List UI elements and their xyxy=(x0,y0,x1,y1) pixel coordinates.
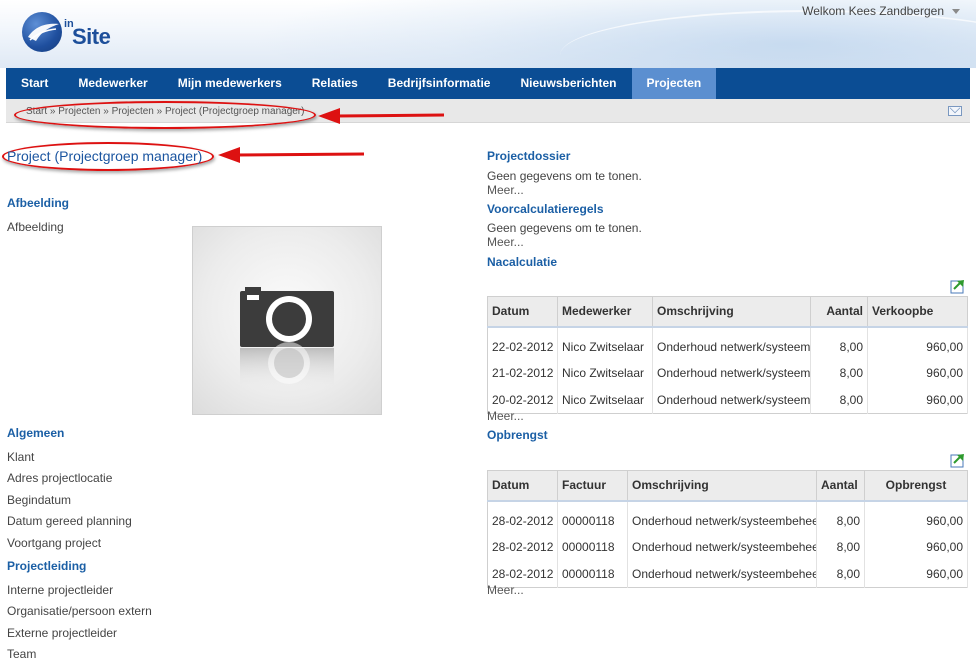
mail-icon[interactable] xyxy=(948,106,962,116)
export-icon[interactable] xyxy=(950,278,966,294)
table-row[interactable]: 28-02-2012 00000118 Onderhoud netwerk/sy… xyxy=(487,533,968,561)
table-row[interactable]: 20-02-2012 Nico Zwitselaar Onderhoud net… xyxy=(487,386,968,414)
column-header-datum[interactable]: Datum xyxy=(487,470,558,502)
cell-omschrijving: Onderhoud netwerk/systeembeheer xyxy=(627,533,817,561)
nav-item-nieuwsberichten[interactable]: Nieuwsberichten xyxy=(505,68,631,99)
user-menu[interactable]: Welkom Kees Zandbergen xyxy=(802,4,960,18)
opbrengst-more-link[interactable]: Meer... xyxy=(487,583,524,597)
cell-verkoopbedrag: 960,00 xyxy=(867,359,968,387)
table-row[interactable]: 21-02-2012 Nico Zwitselaar Onderhoud net… xyxy=(487,359,968,387)
cell-aantal: 8,00 xyxy=(810,326,868,360)
projectdossier-more-link[interactable]: Meer... xyxy=(487,183,524,197)
column-header-aantal[interactable]: Aantal xyxy=(810,296,868,328)
cell-aantal: 8,00 xyxy=(810,386,868,414)
cell-factuur: 00000118 xyxy=(557,500,628,534)
field-label-organisatie-persoon-extern: Organisatie/persoon extern xyxy=(7,604,152,618)
cell-omschrijving: Onderhoud netwerk/systeembeheer xyxy=(627,500,817,534)
annotation-ellipse-breadcrumb xyxy=(14,101,316,129)
cell-factuur: 00000118 xyxy=(557,560,628,588)
cell-aantal: 8,00 xyxy=(816,500,865,534)
field-label-team: Team xyxy=(7,647,37,661)
column-header-factuur[interactable]: Factuur xyxy=(557,470,628,502)
nacalculatie-more-link[interactable]: Meer... xyxy=(487,409,524,423)
cell-datum: 22-02-2012 xyxy=(487,326,558,360)
table-row[interactable]: 28-02-2012 00000118 Onderhoud netwerk/sy… xyxy=(487,500,968,534)
export-icon[interactable] xyxy=(950,452,966,468)
column-header-medewerker[interactable]: Medewerker xyxy=(557,296,653,328)
cell-verkoopbedrag: 960,00 xyxy=(867,326,968,360)
nav-item-medewerker[interactable]: Medewerker xyxy=(63,68,162,99)
section-opbrengst: Opbrengst xyxy=(487,428,548,442)
cell-verkoopbedrag: 960,00 xyxy=(867,386,968,414)
section-projectdossier: Projectdossier xyxy=(487,149,571,163)
logo-text: Site xyxy=(72,24,111,49)
field-label-datum-gereed-planning: Datum gereed planning xyxy=(7,514,132,528)
cell-medewerker: Nico Zwitselaar xyxy=(557,359,653,387)
nav-item-mijn-medewerkers[interactable]: Mijn medewerkers xyxy=(163,68,297,99)
chevron-down-icon[interactable] xyxy=(952,9,960,15)
column-header-omschrijving[interactable]: Omschrijving xyxy=(627,470,817,502)
field-label-interne-projectleider: Interne projectleider xyxy=(7,583,114,597)
cell-opbrengst: 960,00 xyxy=(864,533,968,561)
section-afbeelding: Afbeelding xyxy=(7,196,69,210)
field-label-begindatum: Begindatum xyxy=(7,493,72,507)
field-label-klant: Klant xyxy=(7,450,35,464)
cell-omschrijving: Onderhoud netwerk/systeemb xyxy=(652,359,811,387)
cell-datum: 28-02-2012 xyxy=(487,500,558,534)
nav-item-relaties[interactable]: Relaties xyxy=(297,68,373,99)
section-projectleiding: Projectleiding xyxy=(7,559,87,573)
column-header-verkoopbedrag[interactable]: Verkoopbe xyxy=(867,296,968,328)
table-header-row: Datum Factuur Omschrijving Aantal Opbren… xyxy=(487,470,968,502)
column-header-opbrengst[interactable]: Opbrengst xyxy=(864,470,968,502)
nav-item-bedrijfsinformatie[interactable]: Bedrijfsinformatie xyxy=(373,68,506,99)
logo-emblem-icon xyxy=(22,12,62,52)
table-header-row: Datum Medewerker Omschrijving Aantal Ver… xyxy=(487,296,968,328)
section-voorcalculatieregels: Voorcalculatieregels xyxy=(487,202,604,216)
page-title: Project (Projectgroep manager) xyxy=(7,148,203,164)
table-row[interactable]: 22-02-2012 Nico Zwitselaar Onderhoud net… xyxy=(487,326,968,360)
cell-datum: 28-02-2012 xyxy=(487,533,558,561)
table-row[interactable]: 28-02-2012 00000118 Onderhoud netwerk/sy… xyxy=(487,560,968,588)
voorcalculatie-more-link[interactable]: Meer... xyxy=(487,235,524,249)
nacalculatie-table: Datum Medewerker Omschrijving Aantal Ver… xyxy=(487,296,968,414)
section-algemeen: Algemeen xyxy=(7,426,65,440)
column-header-aantal[interactable]: Aantal xyxy=(816,470,865,502)
voorcalculatie-empty-text: Geen gegevens om te tonen. xyxy=(487,221,642,235)
main-nav: Start Medewerker Mijn medewerkers Relati… xyxy=(6,68,970,99)
cell-omschrijving: Onderhoud netwerk/systeembeheer xyxy=(627,560,817,588)
project-image-placeholder xyxy=(192,226,382,415)
annotation-arrow-breadcrumb xyxy=(318,108,445,124)
nav-item-projecten[interactable]: Projecten xyxy=(631,68,717,99)
welcome-text: Welkom Kees Zandbergen xyxy=(802,4,944,18)
cell-medewerker: Nico Zwitselaar xyxy=(557,326,653,360)
field-label-afbeelding: Afbeelding xyxy=(7,220,64,234)
camera-icon xyxy=(240,287,334,388)
field-label-adres-projectlocatie: Adres projectlocatie xyxy=(7,471,113,485)
cell-opbrengst: 960,00 xyxy=(864,500,968,534)
cell-medewerker: Nico Zwitselaar xyxy=(557,386,653,414)
field-label-voortgang-project: Voortgang project xyxy=(7,536,102,550)
field-label-externe-projectleider: Externe projectleider xyxy=(7,626,118,640)
section-nacalculatie: Nacalculatie xyxy=(487,255,558,269)
projectdossier-empty-text: Geen gegevens om te tonen. xyxy=(487,169,642,183)
cell-omschrijving: Onderhoud netwerk/systeemb xyxy=(652,326,811,360)
insite-logo[interactable]: in Site xyxy=(22,12,142,56)
column-header-datum[interactable]: Datum xyxy=(487,296,558,328)
cell-datum: 21-02-2012 xyxy=(487,359,558,387)
header-banner: in Site Welkom Kees Zandbergen xyxy=(0,0,976,68)
nav-item-start[interactable]: Start xyxy=(6,68,63,99)
cell-factuur: 00000118 xyxy=(557,533,628,561)
cell-aantal: 8,00 xyxy=(810,359,868,387)
annotation-arrow-title xyxy=(218,147,365,163)
column-header-omschrijving[interactable]: Omschrijving xyxy=(652,296,811,328)
cell-aantal: 8,00 xyxy=(816,560,865,588)
cell-aantal: 8,00 xyxy=(816,533,865,561)
opbrengst-table: Datum Factuur Omschrijving Aantal Opbren… xyxy=(487,470,968,588)
cell-opbrengst: 960,00 xyxy=(864,560,968,588)
cell-omschrijving: Onderhoud netwerk/systeemb xyxy=(652,386,811,414)
